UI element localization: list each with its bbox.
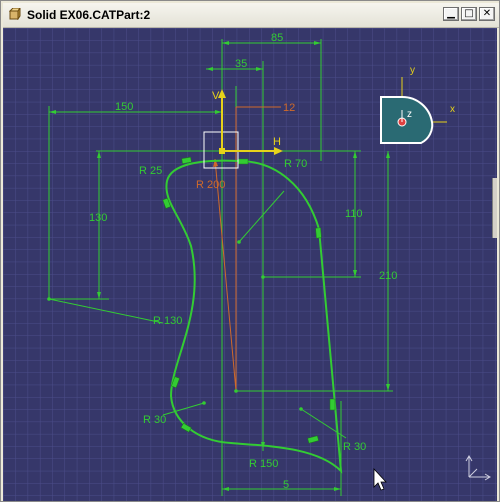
origin-point[interactable] — [219, 148, 225, 154]
dim-12[interactable]: 12 — [283, 102, 295, 114]
sketch-viewport[interactable]: 85 35 150 R 25 R 70 130 110 210 R 130 R … — [3, 28, 497, 501]
sketch-canvas[interactable]: 85 35 150 R 25 R 70 130 110 210 R 130 R … — [3, 28, 497, 501]
close-button[interactable]: ✕ — [479, 7, 495, 21]
part-icon — [9, 8, 21, 20]
dim-r130[interactable]: R 130 — [153, 315, 182, 327]
dim-r25[interactable]: R 25 — [139, 165, 162, 177]
dim-85[interactable]: 85 — [271, 32, 283, 44]
dim-110[interactable]: 110 — [345, 208, 363, 220]
minimize-button[interactable]: ▁ — [443, 7, 459, 21]
dim-r200[interactable]: R 200 — [196, 179, 225, 191]
dim-150[interactable]: 150 — [115, 101, 133, 113]
dim-r30-right[interactable]: R 30 — [343, 441, 366, 453]
viewport-scrollbar-stub[interactable] — [492, 178, 497, 238]
dim-130[interactable]: 130 — [89, 212, 107, 224]
compass-z-label: z — [407, 109, 412, 120]
dim-r150[interactable]: R 150 — [249, 458, 278, 470]
compass-x-label: x — [450, 104, 455, 115]
dim-r70[interactable]: R 70 — [284, 158, 307, 170]
maximize-button[interactable]: □ — [461, 7, 477, 21]
dim-5[interactable]: 5 — [283, 479, 289, 491]
sketch-grid — [3, 28, 497, 501]
dim-210[interactable]: 210 — [379, 270, 397, 282]
cad-window: Solid EX06.CATPart:2 ▁ □ ✕ 85 35 150 R 2… — [0, 0, 500, 502]
dim-35[interactable]: 35 — [235, 58, 247, 70]
v-axis-label: V — [212, 90, 220, 102]
compass-y-label: y — [410, 65, 415, 76]
dim-r30-left[interactable]: R 30 — [143, 414, 166, 426]
window-title: Solid EX06.CATPart:2 — [27, 8, 151, 22]
title-bar[interactable]: Solid EX06.CATPart:2 ▁ □ ✕ — [3, 3, 499, 28]
h-axis-label: H — [273, 136, 281, 148]
